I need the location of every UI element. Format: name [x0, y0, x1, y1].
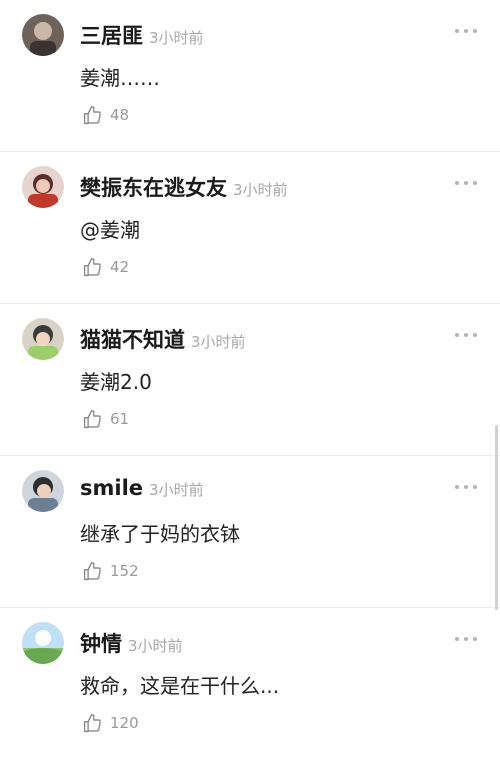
- timestamp: 3小时前: [191, 333, 246, 351]
- like-count: 152: [110, 562, 139, 580]
- avatar[interactable]: [22, 470, 64, 512]
- more-dots-icon[interactable]: [454, 482, 478, 492]
- like-button[interactable]: 152: [82, 559, 139, 583]
- timestamp: 3小时前: [233, 181, 288, 199]
- more-dots-icon[interactable]: [454, 634, 478, 644]
- more-dots-icon[interactable]: [454, 26, 478, 36]
- like-button[interactable]: 120: [82, 711, 139, 735]
- comment-list: 三居匪 3小时前 姜潮…… 48 樊振东在逃女友 3小时前 @姜潮 42 猫猫不…: [0, 0, 500, 760]
- like-count: 120: [110, 714, 139, 732]
- timestamp: 3小时前: [149, 481, 204, 499]
- avatar[interactable]: [22, 622, 64, 664]
- like-button[interactable]: 48: [82, 103, 129, 127]
- timestamp: 3小时前: [149, 29, 204, 47]
- comment-item: 钟情 3小时前 救命，这是在干什么... 120: [0, 608, 500, 760]
- username[interactable]: 三居匪: [80, 24, 143, 48]
- username[interactable]: 钟情: [80, 632, 122, 656]
- comment-text: 救命，这是在干什么...: [80, 674, 280, 698]
- avatar[interactable]: [22, 166, 64, 208]
- like-count: 48: [110, 106, 130, 124]
- scrollbar[interactable]: [495, 425, 498, 610]
- timestamp: 3小时前: [128, 637, 183, 655]
- comment-item: 樊振东在逃女友 3小时前 @姜潮 42: [0, 152, 500, 304]
- thumbs-up-icon: [83, 409, 101, 428]
- comment-item: smile 3小时前 继承了于妈的衣钵 152: [0, 456, 500, 608]
- comment-text: 继承了于妈的衣钵: [80, 522, 240, 546]
- username[interactable]: smile: [80, 476, 143, 500]
- comment-text: 姜潮……: [80, 66, 160, 90]
- comment-text: @姜潮: [80, 218, 140, 242]
- like-button[interactable]: 61: [82, 407, 129, 431]
- comment-text: 姜潮2.0: [80, 370, 152, 394]
- avatar[interactable]: [22, 318, 64, 360]
- thumbs-up-icon: [83, 105, 101, 124]
- more-dots-icon[interactable]: [454, 330, 478, 340]
- comment-item: 猫猫不知道 3小时前 姜潮2.0 61: [0, 304, 500, 456]
- comment-item: 三居匪 3小时前 姜潮…… 48: [0, 0, 500, 152]
- more-dots-icon[interactable]: [454, 178, 478, 188]
- like-button[interactable]: 42: [82, 255, 129, 279]
- username[interactable]: 猫猫不知道: [80, 328, 185, 352]
- thumbs-up-icon: [83, 257, 101, 276]
- like-count: 42: [110, 258, 130, 276]
- avatar[interactable]: [22, 14, 64, 56]
- like-count: 61: [110, 410, 130, 428]
- username[interactable]: 樊振东在逃女友: [80, 176, 227, 200]
- thumbs-up-icon: [83, 561, 101, 580]
- thumbs-up-icon: [83, 713, 101, 732]
